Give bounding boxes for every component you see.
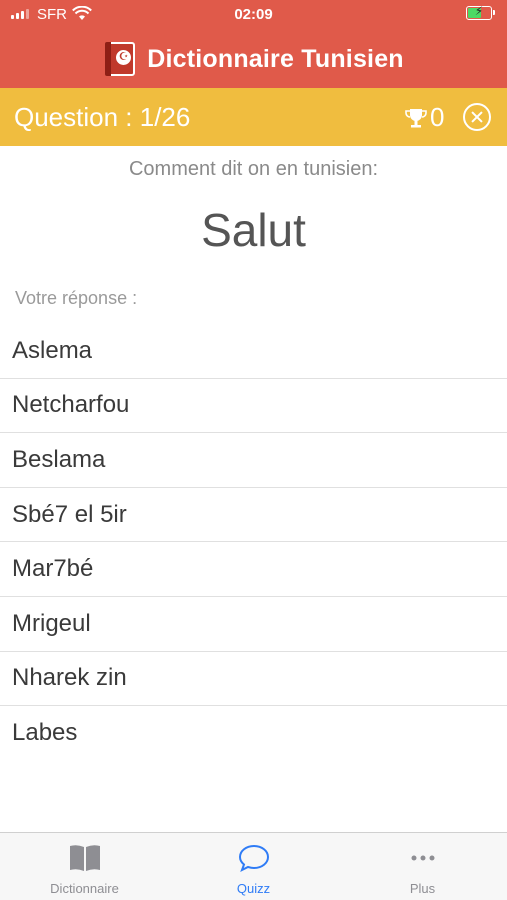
answer-option[interactable]: Nharek zin (0, 652, 507, 707)
tab-dictionnaire[interactable]: Dictionnaire (0, 833, 169, 900)
score: 0 (404, 102, 444, 133)
status-bar: SFR 02:09 ⚡ (0, 0, 507, 30)
question-counter: Question : 1/26 (14, 102, 191, 132)
answer-option[interactable]: Mar7bé (0, 542, 507, 597)
answer-option[interactable]: Sbé7 el 5ir (0, 488, 507, 543)
status-time: 02:09 (234, 6, 273, 23)
question-bar: Question : 1/26 0 (0, 88, 507, 146)
answer-options-list: Aslema Netcharfou Beslama Sbé7 el 5ir Ma… (0, 324, 507, 761)
more-dots-icon (338, 843, 507, 873)
tab-plus[interactable]: Plus (338, 833, 507, 900)
score-value: 0 (430, 102, 445, 132)
tab-quizz[interactable]: Quizz (169, 833, 338, 900)
chat-bubble-icon (169, 843, 338, 873)
answer-option[interactable]: Beslama (0, 433, 507, 488)
tab-label: Plus (409, 881, 436, 896)
battery-icon: ⚡ (466, 4, 495, 20)
trophy-icon (405, 108, 427, 127)
app-title: Dictionnaire Tunisien (147, 44, 404, 73)
tab-bar: Dictionnaire Quizz Plus (0, 832, 507, 900)
answer-option[interactable]: Mrigeul (0, 597, 507, 652)
top-bar: SFR 02:09 ⚡ ☪ Dictionnaire Tunisien (0, 0, 507, 88)
answer-option[interactable]: Labes (0, 706, 507, 761)
tab-label: Quizz (236, 881, 271, 896)
app-header: ☪ Dictionnaire Tunisien (0, 34, 507, 84)
book-icon (0, 843, 169, 873)
answer-option[interactable]: Aslema (0, 324, 507, 379)
question-word: Salut (201, 204, 306, 256)
close-quiz-button[interactable] (463, 103, 491, 131)
answer-label: Votre réponse : (15, 288, 138, 308)
app-book-flag-icon: ☪ (103, 40, 137, 78)
tab-label: Dictionnaire (50, 881, 119, 896)
question-prompt: Comment dit on en tunisien: (128, 158, 379, 180)
answer-option[interactable]: Netcharfou (0, 379, 507, 434)
